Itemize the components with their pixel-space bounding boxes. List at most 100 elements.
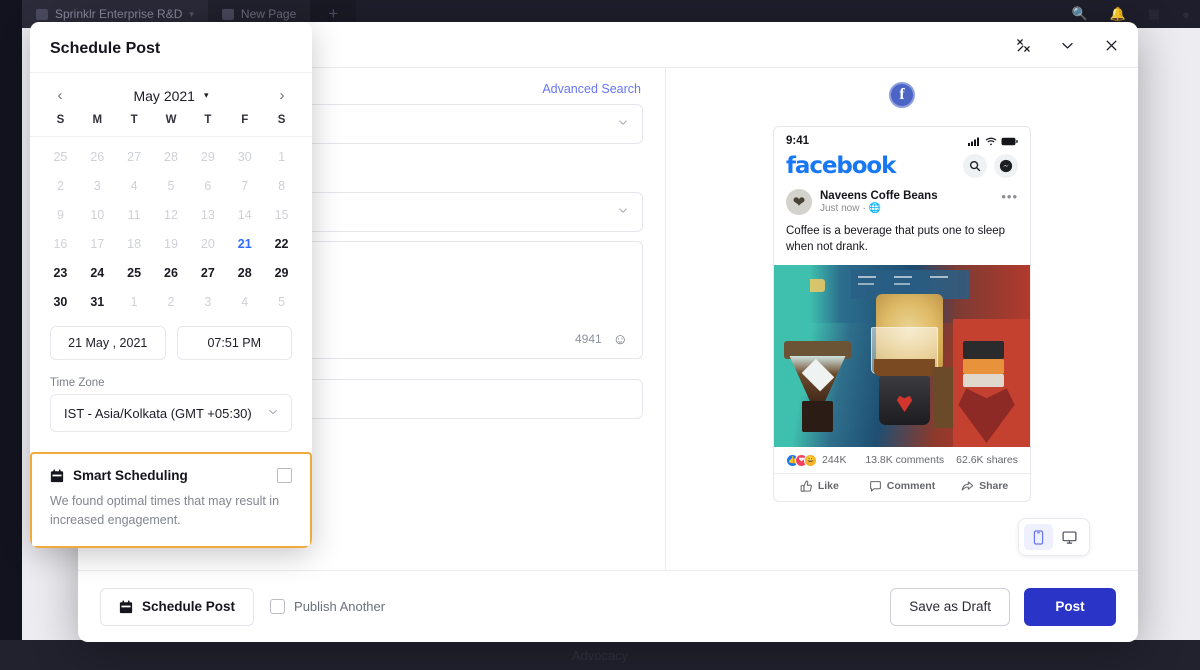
browser-tab-label: Sprinklr Enterprise R&D bbox=[55, 7, 183, 21]
bottom-bar-label: Advocacy bbox=[571, 647, 629, 663]
checkbox-box[interactable] bbox=[270, 599, 286, 614]
mobile-view-icon[interactable] bbox=[1024, 524, 1053, 550]
collapse-icon[interactable] bbox=[1014, 36, 1032, 54]
textarea-meta: 4941 ☺ bbox=[575, 331, 628, 348]
smart-scheduling-panel: Smart Scheduling We found optimal times … bbox=[30, 452, 312, 548]
calendar-day: 4 bbox=[130, 179, 138, 193]
calendar-icon bbox=[119, 600, 133, 613]
post-label: Post bbox=[1055, 599, 1085, 614]
grid-icon[interactable]: ▦ bbox=[1148, 6, 1160, 22]
calendar-day: 16 bbox=[53, 237, 68, 251]
share-count: 62.6K shares bbox=[956, 454, 1018, 467]
calendar-day[interactable]: 31 bbox=[79, 292, 116, 312]
chevron-down-icon bbox=[267, 406, 279, 421]
prev-month-button[interactable]: ‹ bbox=[50, 87, 70, 104]
calendar-day: 8 bbox=[278, 179, 286, 193]
close-icon[interactable] bbox=[1102, 36, 1120, 54]
share-button[interactable]: Share bbox=[943, 480, 1026, 493]
calendar-header: ‹ May 2021 ▾ › bbox=[30, 73, 312, 112]
avatar: ❤ bbox=[786, 189, 812, 215]
stats-right: 13.8K comments 62.6K shares bbox=[865, 454, 1018, 466]
comment-button[interactable]: Comment bbox=[861, 480, 944, 493]
comment-count: 13.8K comments bbox=[865, 454, 945, 467]
next-month-button[interactable]: › bbox=[272, 87, 292, 104]
share-icon bbox=[961, 481, 974, 491]
calendar-day[interactable]: 21 bbox=[226, 234, 263, 254]
bell-icon[interactable]: 🔔 bbox=[1110, 6, 1126, 22]
chevron-down-icon: ▾ bbox=[203, 90, 209, 100]
desktop-view-icon[interactable] bbox=[1055, 524, 1084, 550]
messenger-icon[interactable] bbox=[994, 154, 1018, 178]
search-icon[interactable]: 🔍 bbox=[1071, 6, 1087, 22]
image-wood-post bbox=[932, 366, 954, 429]
publish-another-checkbox[interactable]: Publish Another bbox=[270, 599, 385, 614]
calendar-day: 28 bbox=[164, 150, 178, 164]
smart-scheduling-title: Smart Scheduling bbox=[73, 468, 188, 483]
calendar-day: 27 bbox=[127, 150, 142, 164]
schedule-post-button[interactable]: Schedule Post bbox=[100, 587, 255, 626]
calendar-day: 3 bbox=[93, 179, 101, 193]
calendar-day[interactable]: 22 bbox=[263, 234, 300, 254]
calendar-day: 29 bbox=[200, 150, 215, 164]
image-menu-line bbox=[858, 275, 877, 278]
post-header: ❤ Naveens Coffe Beans Just now · 🌐 ••• bbox=[774, 189, 1030, 219]
calendar-day[interactable]: 30 bbox=[42, 292, 79, 312]
weekday-label-6: S bbox=[277, 114, 286, 126]
chevron-down-icon[interactable]: ▾ bbox=[189, 9, 194, 20]
calendar-day: 1 bbox=[130, 295, 138, 309]
calendar-day[interactable]: 27 bbox=[189, 263, 226, 283]
image-cup-cream bbox=[963, 373, 1005, 387]
search-icon[interactable] bbox=[963, 154, 987, 178]
save-as-draft-button[interactable]: Save as Draft bbox=[890, 587, 1010, 626]
reaction-count: 244K bbox=[822, 454, 847, 467]
facebook-topbar: facebook bbox=[774, 151, 1030, 189]
status-time: 9:41 bbox=[786, 135, 810, 147]
image-cup-orange bbox=[963, 359, 1005, 374]
calendar-day: 2 bbox=[167, 295, 175, 309]
smart-scheduling-checkbox[interactable] bbox=[277, 468, 292, 483]
calendar-day: 10 bbox=[90, 208, 105, 222]
calendar-day: 11 bbox=[127, 208, 141, 222]
emoji-picker-icon[interactable]: ☺ bbox=[613, 332, 628, 347]
image-menu-line bbox=[894, 282, 910, 285]
image-cup-dark bbox=[963, 341, 1005, 360]
like-button[interactable]: Like bbox=[778, 480, 861, 493]
month-selector[interactable]: May 2021 ▾ bbox=[133, 88, 208, 104]
footer-actions: Save as Draft Post bbox=[890, 587, 1116, 626]
date-input[interactable]: 21 May , 2021 bbox=[50, 326, 166, 360]
weekday-label-1: M bbox=[92, 114, 103, 126]
browser-tab-label: New Page bbox=[240, 7, 297, 21]
wifi-icon bbox=[985, 137, 997, 145]
calendar-day[interactable]: 24 bbox=[79, 263, 116, 283]
weekday-label-0: S bbox=[56, 114, 65, 126]
calendar-day[interactable]: 25 bbox=[116, 263, 153, 283]
image-grinder-base bbox=[802, 401, 833, 433]
chevron-down-icon[interactable] bbox=[1058, 36, 1076, 54]
phone-status-bar: 9:41 bbox=[774, 127, 1030, 151]
modal-footer: Schedule Post Publish Another Save as Dr… bbox=[78, 570, 1138, 642]
workspace-icon bbox=[36, 8, 48, 20]
advanced-search-link[interactable]: Advanced Search bbox=[542, 82, 641, 96]
calendar-day[interactable]: 26 bbox=[153, 263, 190, 283]
publish-another-label: Publish Another bbox=[294, 599, 386, 614]
calendar-day: 12 bbox=[164, 208, 178, 222]
chevron-down-icon bbox=[617, 205, 629, 220]
post-more-icon[interactable]: ••• bbox=[1001, 189, 1018, 204]
post-button[interactable]: Post bbox=[1024, 587, 1116, 626]
calendar-day[interactable]: 23 bbox=[42, 263, 79, 283]
like-label: Like bbox=[817, 480, 839, 493]
timezone-label: Time Zone bbox=[50, 377, 105, 389]
time-input[interactable]: 07:51 PM bbox=[176, 326, 292, 360]
image-menu-line bbox=[858, 282, 874, 285]
calendar-day[interactable]: 29 bbox=[263, 263, 300, 283]
image-beans-in-jar bbox=[873, 359, 936, 376]
calendar-day: 5 bbox=[167, 179, 175, 193]
calendar-day: 2 bbox=[56, 179, 64, 193]
post-image bbox=[774, 264, 1030, 447]
calendar-day: 26 bbox=[90, 150, 105, 164]
facebook-channel-icon: f bbox=[889, 82, 915, 108]
calendar-day[interactable]: 28 bbox=[226, 263, 263, 283]
timezone-select[interactable]: IST - Asia/Kolkata (GMT +05:30) bbox=[50, 394, 292, 432]
avatar[interactable]: ● bbox=[1182, 7, 1190, 22]
calendar-day: 3 bbox=[204, 295, 212, 309]
